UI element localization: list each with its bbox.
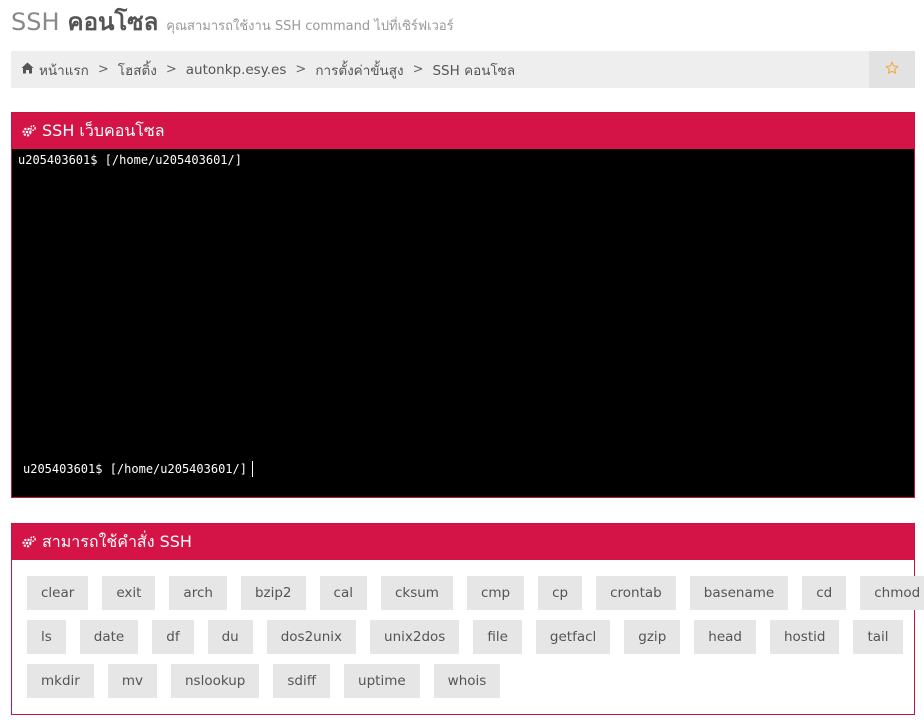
- terminal-cursor[interactable]: [251, 461, 253, 477]
- chevron-right-icon: >: [412, 62, 424, 77]
- terminal[interactable]: u205403601$ [/home/u205403601/] u2054036…: [12, 149, 914, 497]
- command-button-uptime[interactable]: uptime: [344, 664, 420, 698]
- panel-header: SSH เว็บคอนโซล: [12, 113, 914, 149]
- command-button-cd[interactable]: cd: [802, 576, 847, 610]
- breadcrumb-advanced[interactable]: การตั้งค่าขั้นสูง: [315, 59, 403, 81]
- chevron-right-icon: >: [295, 62, 307, 77]
- command-button-arch[interactable]: arch: [169, 576, 227, 610]
- command-button-cal[interactable]: cal: [319, 576, 367, 610]
- chevron-right-icon: >: [97, 62, 109, 77]
- breadcrumb: หน้าแรก > โฮสติ้ง > autonkp.esy.es > การ…: [21, 51, 515, 88]
- command-button-dos2unix[interactable]: dos2unix: [266, 620, 357, 654]
- command-button-ls[interactable]: ls: [27, 620, 66, 654]
- command-button-tail[interactable]: tail: [853, 620, 903, 654]
- command-button-clear[interactable]: clear: [27, 576, 89, 610]
- home-icon: [21, 62, 34, 78]
- panel-header: สามารถใช้คำสั่ง SSH: [12, 524, 914, 560]
- command-button-unix2dos[interactable]: unix2dos: [370, 620, 460, 654]
- page-title-bold: คอนโซล: [67, 8, 159, 36]
- breadcrumb-domain[interactable]: autonkp.esy.es: [186, 62, 287, 78]
- chevron-right-icon: >: [165, 62, 177, 77]
- page-subtitle: คุณสามารถใช้งาน SSH command ไปที่เซิร์ฟเ…: [166, 19, 454, 34]
- command-button-nslookup[interactable]: nslookup: [170, 664, 260, 698]
- cogs-icon: [22, 533, 37, 552]
- star-icon: [885, 60, 899, 79]
- page-header: SSH คอนโซล คุณสามารถใช้งาน SSH command ไ…: [11, 2, 454, 42]
- breadcrumb-hosting[interactable]: โฮสติ้ง: [118, 59, 157, 81]
- command-button-bzip2[interactable]: bzip2: [240, 576, 306, 610]
- command-button-chmod[interactable]: chmod: [860, 576, 924, 610]
- favorite-button[interactable]: [869, 51, 915, 88]
- command-button-mkdir[interactable]: mkdir: [27, 664, 94, 698]
- command-button-file[interactable]: file: [473, 620, 522, 654]
- cogs-icon: [22, 122, 37, 141]
- command-button-head[interactable]: head: [694, 620, 756, 654]
- command-button-cmp[interactable]: cmp: [466, 576, 525, 610]
- command-button-gzip[interactable]: gzip: [624, 620, 681, 654]
- command-row: clear exit arch bzip2 cal cksum cmp cp c…: [27, 576, 924, 610]
- command-button-crontab[interactable]: crontab: [596, 576, 676, 610]
- terminal-output: u205403601$ [/home/u205403601/]: [18, 153, 242, 167]
- ssh-console-panel: SSH เว็บคอนโซล u205403601$ [/home/u20540…: [11, 112, 915, 498]
- command-button-cp[interactable]: cp: [538, 576, 583, 610]
- page-title: SSH: [11, 8, 60, 36]
- command-button-df[interactable]: df: [152, 620, 194, 654]
- command-button-whois[interactable]: whois: [433, 664, 501, 698]
- terminal-input-row[interactable]: u205403601$ [/home/u205403601/]: [23, 461, 253, 477]
- breadcrumb-home[interactable]: หน้าแรก: [39, 59, 89, 81]
- commands-panel-title: สามารถใช้คำสั่ง SSH: [42, 531, 192, 551]
- command-button-hostid[interactable]: hostid: [769, 620, 840, 654]
- command-button-du[interactable]: du: [207, 620, 253, 654]
- breadcrumb-bar: หน้าแรก > โฮสติ้ง > autonkp.esy.es > การ…: [11, 51, 915, 88]
- command-button-basename[interactable]: basename: [689, 576, 789, 610]
- ssh-commands-panel: สามารถใช้คำสั่ง SSH clear exit arch bzip…: [11, 523, 924, 715]
- command-button-date[interactable]: date: [79, 620, 139, 654]
- command-list: clear exit arch bzip2 cal cksum cmp cp c…: [27, 576, 924, 708]
- command-button-exit[interactable]: exit: [102, 576, 156, 610]
- command-button-mv[interactable]: mv: [107, 664, 157, 698]
- command-row: ls date df du dos2unix unix2dos file get…: [27, 620, 907, 654]
- command-button-getfacl[interactable]: getfacl: [535, 620, 611, 654]
- terminal-prompt: u205403601$ [/home/u205403601/]: [23, 462, 247, 476]
- console-panel-title: SSH เว็บคอนโซล: [42, 120, 165, 140]
- command-button-cksum[interactable]: cksum: [380, 576, 453, 610]
- breadcrumb-current: SSH คอนโซล: [432, 62, 516, 79]
- command-row: mkdir mv nslookup sdiff uptime whois: [27, 664, 907, 698]
- command-button-sdiff[interactable]: sdiff: [273, 664, 331, 698]
